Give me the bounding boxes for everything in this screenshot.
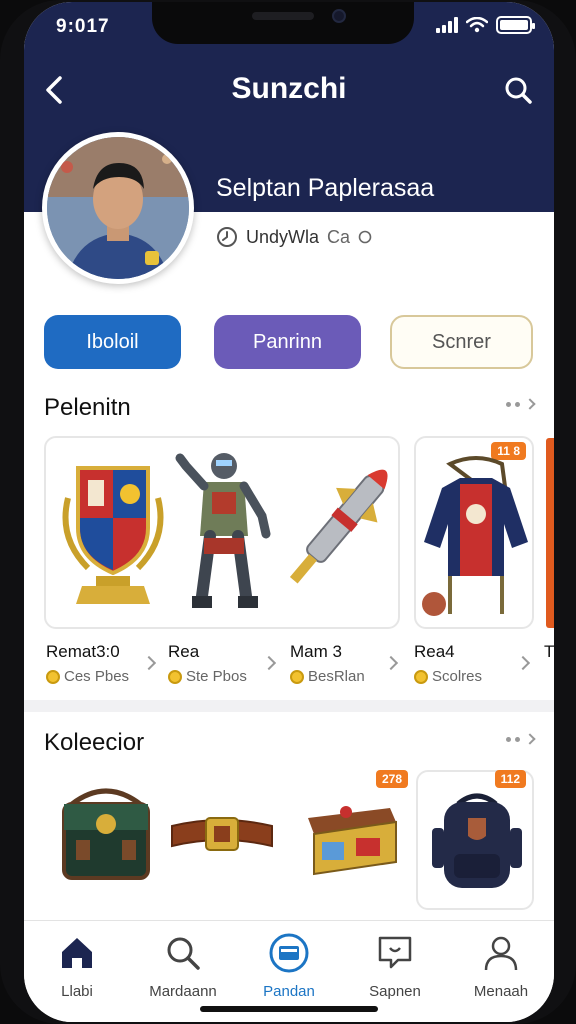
backpack-icon <box>432 793 522 888</box>
clock-icon <box>217 227 237 247</box>
wallet-icon <box>269 933 309 973</box>
tab-label-home: Llabi <box>61 983 93 1000</box>
status-time: 9:017 <box>56 16 110 37</box>
avatar-photo <box>47 137 189 279</box>
belt-icon <box>171 817 273 851</box>
tab-label-search: Mardaann <box>149 983 217 1000</box>
item-sub-text-1: Ces Pbes <box>64 668 130 685</box>
tab-home[interactable]: Llabi <box>24 931 130 1000</box>
collection-item-bag[interactable] <box>44 770 164 910</box>
item-label-1: Remat3:0 <box>46 642 120 661</box>
coin-icon <box>46 669 60 684</box>
status-icons <box>436 16 535 34</box>
item-sub-4: Scolres <box>414 668 482 685</box>
satchel-icon <box>62 788 150 880</box>
chevron-right-icon <box>524 398 536 410</box>
tab-label-chat: Sapnen <box>369 983 421 1000</box>
home-indicator[interactable] <box>200 1006 378 1012</box>
battery-icon <box>496 16 535 34</box>
collection-item-chest[interactable]: 278 <box>294 770 418 910</box>
coin-icon <box>168 669 182 684</box>
profile-meta: UndyWla Ca <box>216 226 372 248</box>
collection-item-belt[interactable] <box>168 770 278 910</box>
section-title-collection: Koleecior <box>44 729 145 756</box>
profile-name: Selptan Paplerasaa <box>216 174 435 202</box>
item-label-5: T <box>544 642 554 661</box>
secondary-action-button[interactable]: Panrinn <box>214 315 361 369</box>
signal-icon <box>436 17 458 33</box>
tab-search[interactable]: Mardaann <box>130 931 236 1000</box>
home-icon <box>62 938 92 968</box>
tab-label-wallet: Pandan <box>263 983 315 1000</box>
item-sub-3: BesRlan <box>290 668 365 685</box>
tab-profile[interactable]: Menaah <box>448 931 554 1000</box>
app-screen: 9:017 Sunzchi Selptan Paplerasaa UndyWla… <box>24 2 554 1022</box>
item-label-2: Rea <box>168 642 200 661</box>
page-title: Sunzchi <box>231 72 347 105</box>
item-sub-2: Ste Pbos <box>168 668 247 685</box>
collection-more-button[interactable] <box>506 733 536 745</box>
front-camera <box>332 9 346 23</box>
item-label-3: Mam 3 <box>290 642 342 661</box>
tab-label-profile: Menaah <box>473 983 529 1000</box>
profile-meta-text: UndyWla <box>246 226 320 247</box>
coin-icon <box>414 669 428 684</box>
crest-trophy-icon <box>62 466 164 604</box>
section-divider <box>24 700 554 712</box>
chat-icon <box>378 936 412 969</box>
chevron-right-icon[interactable] <box>141 655 157 671</box>
rocket-icon <box>289 469 388 584</box>
profile-icon <box>484 936 518 971</box>
robot-figure-icon <box>175 453 271 608</box>
phone-frame: 9:017 Sunzchi Selptan Paplerasaa UndyWla… <box>0 0 576 1024</box>
section-title-featured: Pelenitn <box>44 394 131 421</box>
chevron-right-icon[interactable] <box>261 655 277 671</box>
coin-icon <box>290 669 304 684</box>
item-label-4: Rea4 <box>414 642 455 661</box>
featured-card[interactable] <box>44 436 400 629</box>
tertiary-action-button[interactable]: Scnrer <box>390 315 533 369</box>
price-badge: 278 <box>375 770 408 788</box>
wifi-icon <box>466 17 488 33</box>
tab-wallet[interactable]: Pandan <box>236 931 342 1000</box>
jersey-icon <box>422 456 528 616</box>
featured-card-shirt[interactable]: 11 8 <box>414 436 534 629</box>
item-sub-1: Ces Pbes <box>46 668 129 685</box>
next-card-peek <box>546 438 554 628</box>
search-icon <box>505 77 532 104</box>
profile-meta-extra: Ca <box>327 226 351 247</box>
primary-action-button[interactable]: Iboloil <box>44 315 181 369</box>
item-sub-text-2: Ste Pbos <box>186 668 247 685</box>
chevron-right-icon[interactable] <box>383 655 399 671</box>
search-icon <box>167 937 200 970</box>
speaker-grille <box>252 12 314 20</box>
avatar[interactable] <box>42 132 194 284</box>
chevron-right-icon[interactable] <box>515 655 531 671</box>
chest-icon <box>308 806 397 876</box>
chevron-right-icon <box>524 733 536 745</box>
item-sub-text-3: BesRlan <box>308 668 365 685</box>
collection-item-backpack[interactable]: 112 <box>416 770 534 910</box>
info-icon <box>358 230 372 244</box>
search-button[interactable] <box>500 70 536 110</box>
tab-chat[interactable]: Sapnen <box>342 931 448 1000</box>
device-notch <box>152 2 414 44</box>
featured-more-button[interactable] <box>506 398 536 410</box>
item-sub-text-4: Scolres <box>432 668 483 685</box>
price-badge: 112 <box>494 770 526 788</box>
